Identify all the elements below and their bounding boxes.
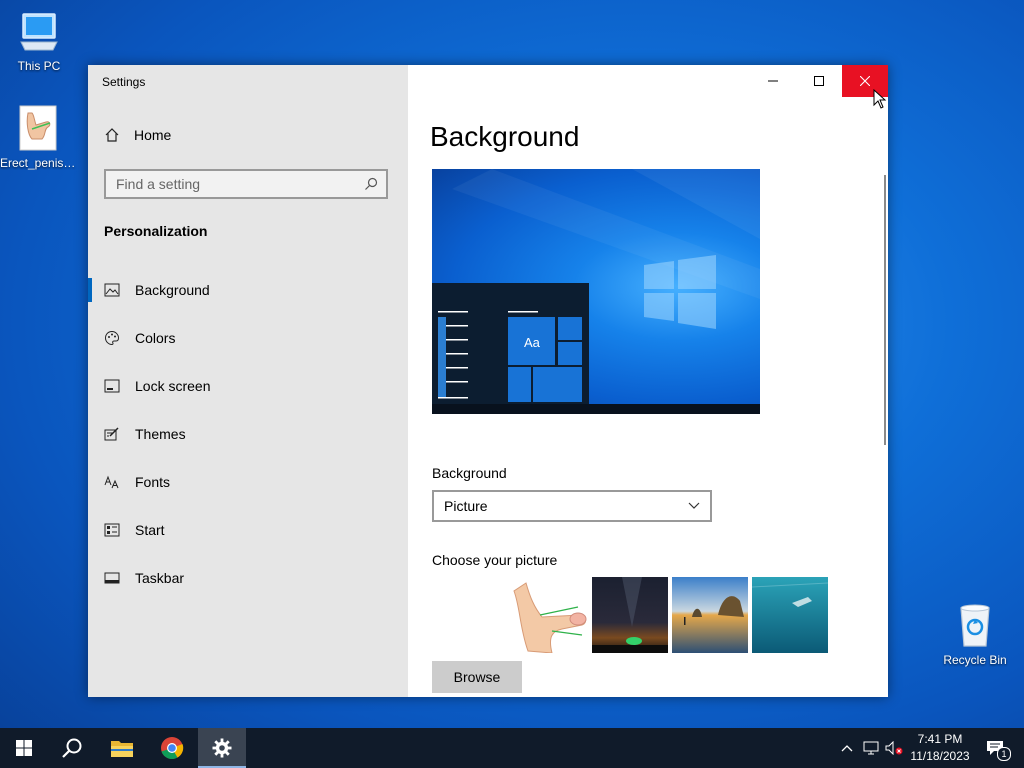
- sidebar: Settings Home Personalization Background…: [88, 65, 408, 697]
- volume-button[interactable]: [882, 728, 906, 768]
- clock-date: 11/18/2023: [910, 749, 970, 763]
- background-label: Background: [432, 465, 507, 481]
- desktop-icon-label: Recycle Bin: [943, 653, 1007, 667]
- scrollbar[interactable]: [884, 175, 886, 445]
- sidebar-item-taskbar[interactable]: Taskbar: [88, 554, 408, 602]
- chevron-up-icon: [841, 745, 853, 752]
- minimize-button[interactable]: [750, 65, 796, 97]
- minimize-icon: [768, 80, 778, 82]
- desktop-icon-this-pc[interactable]: This PC: [1, 10, 77, 73]
- window-title: Settings: [102, 75, 146, 89]
- picture-thumbnail[interactable]: [752, 577, 828, 653]
- taskbar: 7:41 PM 11/18/2023 1: [0, 728, 1024, 768]
- sidebar-item-label: Fonts: [135, 474, 171, 490]
- themes-icon: [104, 427, 119, 441]
- background-dropdown-value: Picture: [444, 498, 488, 514]
- start-icon: [104, 523, 120, 537]
- sidebar-nav: Background Colors Lock screen Themes Fon…: [88, 266, 408, 602]
- desktop-icon-image-file[interactable]: Erect_penis_...: [0, 105, 76, 170]
- gear-icon: [212, 738, 232, 758]
- chevron-down-icon: [688, 502, 700, 509]
- desktop-icon-label: Erect_penis_...: [0, 156, 76, 170]
- search-icon: [365, 177, 378, 190]
- taskbar-icon: [104, 572, 120, 584]
- content-pane: Background Aa Background Picture Choose …: [408, 65, 888, 697]
- choose-picture-label: Choose your picture: [432, 552, 558, 568]
- sidebar-item-background[interactable]: Background: [88, 266, 408, 314]
- notifications-button[interactable]: 1: [980, 728, 1011, 768]
- notification-count-badge: 1: [997, 747, 1011, 761]
- preview-tile-text: Aa: [524, 335, 540, 350]
- chrome-button[interactable]: [148, 728, 196, 768]
- maximize-icon: [814, 76, 824, 86]
- sidebar-item-label: Taskbar: [135, 570, 185, 586]
- home-label: Home: [134, 127, 172, 143]
- search-icon: [62, 738, 82, 758]
- desktop-icon-recycle-bin[interactable]: Recycle Bin: [937, 602, 1013, 667]
- picture-thumbnail[interactable]: [592, 577, 668, 653]
- close-icon: [860, 76, 870, 86]
- home-icon: [105, 128, 119, 142]
- sidebar-item-themes[interactable]: Themes: [88, 410, 408, 458]
- folder-icon: [111, 741, 133, 757]
- picture-thumbnail[interactable]: [672, 577, 748, 653]
- desktop-icon-label: This PC: [17, 59, 61, 73]
- sidebar-item-label: Lock screen: [135, 378, 211, 394]
- volume-muted-icon: [885, 741, 903, 755]
- sidebar-item-label: Start: [135, 522, 165, 538]
- browse-button[interactable]: Browse: [432, 661, 522, 693]
- clock[interactable]: 7:41 PM 11/18/2023: [905, 731, 975, 765]
- windows-logo-icon: [644, 255, 716, 329]
- computer-icon: [20, 13, 58, 51]
- picture-thumbnail[interactable]: [512, 577, 588, 653]
- settings-window: Settings Home Personalization Background…: [88, 65, 888, 697]
- sidebar-item-start[interactable]: Start: [88, 506, 408, 554]
- tray-overflow-button[interactable]: [838, 728, 856, 768]
- sidebar-item-label: Colors: [135, 330, 176, 346]
- section-title: Personalization: [104, 223, 208, 239]
- lock-screen-icon: [104, 379, 120, 393]
- desktop-preview: Aa: [432, 169, 760, 414]
- sidebar-item-fonts[interactable]: Fonts: [88, 458, 408, 506]
- sidebar-item-label: Background: [135, 282, 210, 298]
- file-explorer-button[interactable]: [98, 728, 146, 768]
- maximize-button[interactable]: [796, 65, 842, 97]
- sidebar-item-colors[interactable]: Colors: [88, 314, 408, 362]
- search-input[interactable]: [114, 175, 364, 193]
- start-button[interactable]: [0, 728, 48, 768]
- search-box[interactable]: [104, 169, 388, 199]
- image-file-icon: [19, 105, 57, 151]
- network-icon: [863, 741, 879, 755]
- taskbar-search-button[interactable]: [48, 728, 96, 768]
- chrome-icon: [161, 737, 184, 760]
- fonts-icon: [104, 475, 119, 489]
- picture-icon: [104, 283, 120, 297]
- mouse-cursor-icon: [873, 89, 887, 109]
- background-dropdown[interactable]: Picture: [432, 490, 712, 522]
- clock-time: 7:41 PM: [917, 732, 963, 746]
- windows-start-icon: [16, 740, 32, 756]
- recycle-bin-icon: [960, 604, 990, 647]
- sidebar-item-label: Themes: [135, 426, 186, 442]
- home-link[interactable]: Home: [104, 127, 171, 143]
- palette-icon: [104, 330, 120, 346]
- settings-app-button[interactable]: [198, 728, 246, 768]
- network-button[interactable]: [860, 728, 882, 768]
- sidebar-item-lock-screen[interactable]: Lock screen: [88, 362, 408, 410]
- page-title: Background: [430, 121, 580, 152]
